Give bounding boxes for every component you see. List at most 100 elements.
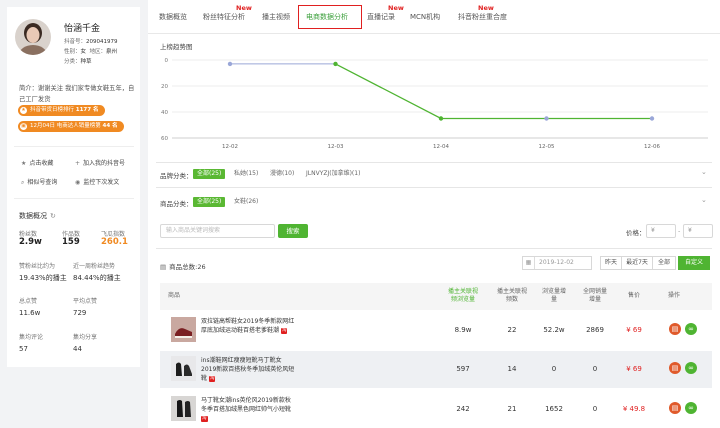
calendar-icon: ▣	[20, 123, 27, 130]
tab-fans[interactable]: 粉丝特征分析	[203, 12, 245, 22]
avatar[interactable]	[15, 19, 51, 55]
rank-badge-ecommerce[interactable]: ▣ 12月04日 电商达人销量榜第 44 名	[18, 121, 124, 132]
product-filter-label: 商品分类：	[160, 200, 193, 208]
cell-sales-increment: 0	[592, 365, 598, 373]
tab-ecommerce[interactable]: 电商数据分析	[306, 12, 348, 22]
monitor-icon: ◉	[75, 179, 81, 186]
taobao-icon: 淘	[201, 415, 208, 422]
price-max-input[interactable]: ¥	[683, 224, 713, 238]
index-value: 260.1	[101, 237, 128, 247]
x-tick-label: 12-05	[539, 144, 555, 150]
chevron-down-icon[interactable]: ⌄	[701, 168, 707, 176]
avg-comments-value: 57	[19, 345, 28, 353]
taobao-icon: 淘	[280, 327, 288, 334]
detail-icon[interactable]: ▤	[669, 402, 681, 414]
data-point[interactable]	[649, 116, 655, 121]
brand-chip[interactable]: 私她(15)	[230, 169, 262, 179]
monitor-button[interactable]: ◉ 监控下次发文	[75, 177, 119, 186]
cell-views-increment: 52.2w	[543, 326, 565, 334]
avg-shares-value: 44	[73, 345, 82, 353]
range-7days[interactable]: 最近7天	[621, 256, 653, 270]
product-title[interactable]: ins潮鞋网红瘦瘦短靴马丁靴女2019新款百搭秋冬季加绒英伦风短靴 淘	[201, 356, 296, 383]
product-chip[interactable]: 女鞋(26)	[230, 197, 262, 207]
tab-live[interactable]: 直播记录	[367, 12, 395, 22]
calendar-icon: ▦	[523, 257, 535, 269]
product-image[interactable]	[171, 317, 196, 342]
data-point[interactable]	[333, 61, 338, 67]
price-separator: -	[678, 227, 681, 235]
cell-video-count: 21	[507, 405, 517, 413]
refresh-icon[interactable]: ↻	[50, 212, 56, 220]
col-price[interactable]: 售价	[622, 292, 646, 300]
product-title[interactable]: 双拉链高帮鞋女2019冬季新款网红厚底加绒运动鞋百搭老爹鞋潮 淘	[201, 317, 296, 335]
tab-mcn[interactable]: MCN机构	[410, 12, 440, 22]
similar-search-button[interactable]: ⌕ 相似号查询	[21, 177, 57, 187]
avg-likes-value: 729	[73, 309, 87, 317]
data-point[interactable]	[438, 116, 444, 121]
y-tick-label: 20	[161, 84, 168, 90]
cell-video-count: 14	[507, 365, 517, 373]
table-row[interactable]: ins潮鞋网红瘦瘦短靴马丁靴女2019新款百搭秋冬季加绒英伦风短靴 淘 597 …	[160, 351, 712, 388]
price-min-input[interactable]: ¥	[646, 224, 676, 238]
search-button[interactable]: 搜索	[278, 224, 308, 238]
table-row[interactable]: 双拉链高帮鞋女2019冬季新款网红厚底加绒运动鞋百搭老爹鞋潮 淘 8.9w 22…	[160, 312, 712, 349]
like-rate-value: 19.43%的播主	[19, 274, 67, 282]
growth-value: 84.44%的播主	[73, 274, 121, 282]
product-chip-all[interactable]: 全部(25)	[193, 197, 226, 207]
range-all[interactable]: 全部	[652, 256, 676, 270]
star-icon: ★	[21, 160, 27, 167]
brand-chip[interactable]: JLNVYZJ(加拿维)(1)	[302, 169, 364, 179]
y-tick-label: 40	[161, 110, 168, 116]
cell-views-increment: 0	[551, 365, 557, 373]
brand-chip-all[interactable]: 全部(25)	[193, 169, 226, 179]
x-tick-label: 12-02	[222, 144, 238, 150]
divider	[14, 198, 134, 199]
divider	[156, 187, 712, 188]
fans-value: 2.9w	[19, 237, 42, 247]
product-image[interactable]	[171, 356, 196, 381]
x-tick-label: 12-03	[328, 144, 344, 150]
data-point[interactable]	[227, 61, 233, 67]
cell-video-count: 22	[507, 326, 517, 334]
col-ops: 操作	[667, 292, 680, 299]
col-product: 商品	[168, 292, 181, 299]
col-views-increment[interactable]: 浏览量增量	[540, 288, 568, 304]
add-mine-button[interactable]: + 加入我的抖音号	[75, 158, 125, 167]
rank-badge-daily[interactable]: ★ 抖音带货日榜排行 1177 名	[18, 105, 105, 116]
range-yesterday[interactable]: 昨天	[600, 256, 622, 270]
table-row[interactable]: 马丁靴女潮ins英伦风2019新款秋冬季百搭加绒黑色网红帅气小短靴 淘 242 …	[160, 391, 712, 428]
y-tick-label: 0	[165, 58, 169, 64]
date-picker[interactable]: ▦ 2019-12-02	[522, 256, 592, 270]
link-icon[interactable]: ∞	[685, 402, 697, 414]
chevron-down-icon[interactable]: ⌄	[701, 196, 707, 204]
cell-price: ¥ 69	[626, 326, 642, 334]
data-point[interactable]	[544, 116, 549, 121]
link-icon[interactable]: ∞	[685, 323, 697, 335]
col-video-count[interactable]: 播主关联视频数	[497, 288, 527, 304]
tab-videos[interactable]: 播主视频	[262, 12, 290, 22]
range-custom[interactable]: 自定义	[678, 256, 710, 270]
link-icon[interactable]: ∞	[685, 362, 697, 374]
brand-filter-label: 品牌分类：	[160, 172, 193, 180]
table-header: 商品 播主关联视频浏览量 播主关联视频数 浏览量增量 全网销量增量 售价 操作	[160, 283, 712, 310]
overview-title: 数据概况 ↻	[19, 212, 56, 220]
works-value: 159	[62, 237, 80, 247]
search-input[interactable]: 输入商品关键词搜索	[160, 224, 275, 238]
detail-icon[interactable]: ▤	[669, 323, 681, 335]
collect-button[interactable]: ★ 点击收藏	[21, 158, 53, 167]
new-badge: New	[478, 4, 494, 12]
tab-overlap[interactable]: 抖音粉丝重合度	[458, 12, 507, 22]
profile-panel: 怡涵千金 抖音号：209041979 性别：女 地区：泉州 分类：种草 简介：谢…	[7, 7, 140, 367]
col-sales-increment[interactable]: 全网销量增量	[581, 288, 609, 304]
product-title[interactable]: 马丁靴女潮ins英伦风2019新款秋冬季百搭加绒黑色网红帅气小短靴 淘	[201, 396, 296, 423]
divider	[14, 146, 134, 147]
chart-y-axis: 0 20 40 60	[161, 58, 169, 142]
plus-icon: +	[75, 160, 81, 167]
brand-chip[interactable]: 漫德(10)	[266, 169, 298, 179]
col-video-views[interactable]: 播主关联视频浏览量	[446, 288, 480, 304]
growth-label: 近一周粉丝趋势	[73, 263, 116, 270]
total-likes-label: 总点赞	[19, 298, 38, 305]
tab-overview[interactable]: 数据概览	[159, 12, 187, 22]
detail-icon[interactable]: ▤	[669, 362, 681, 374]
product-image[interactable]	[171, 396, 196, 421]
